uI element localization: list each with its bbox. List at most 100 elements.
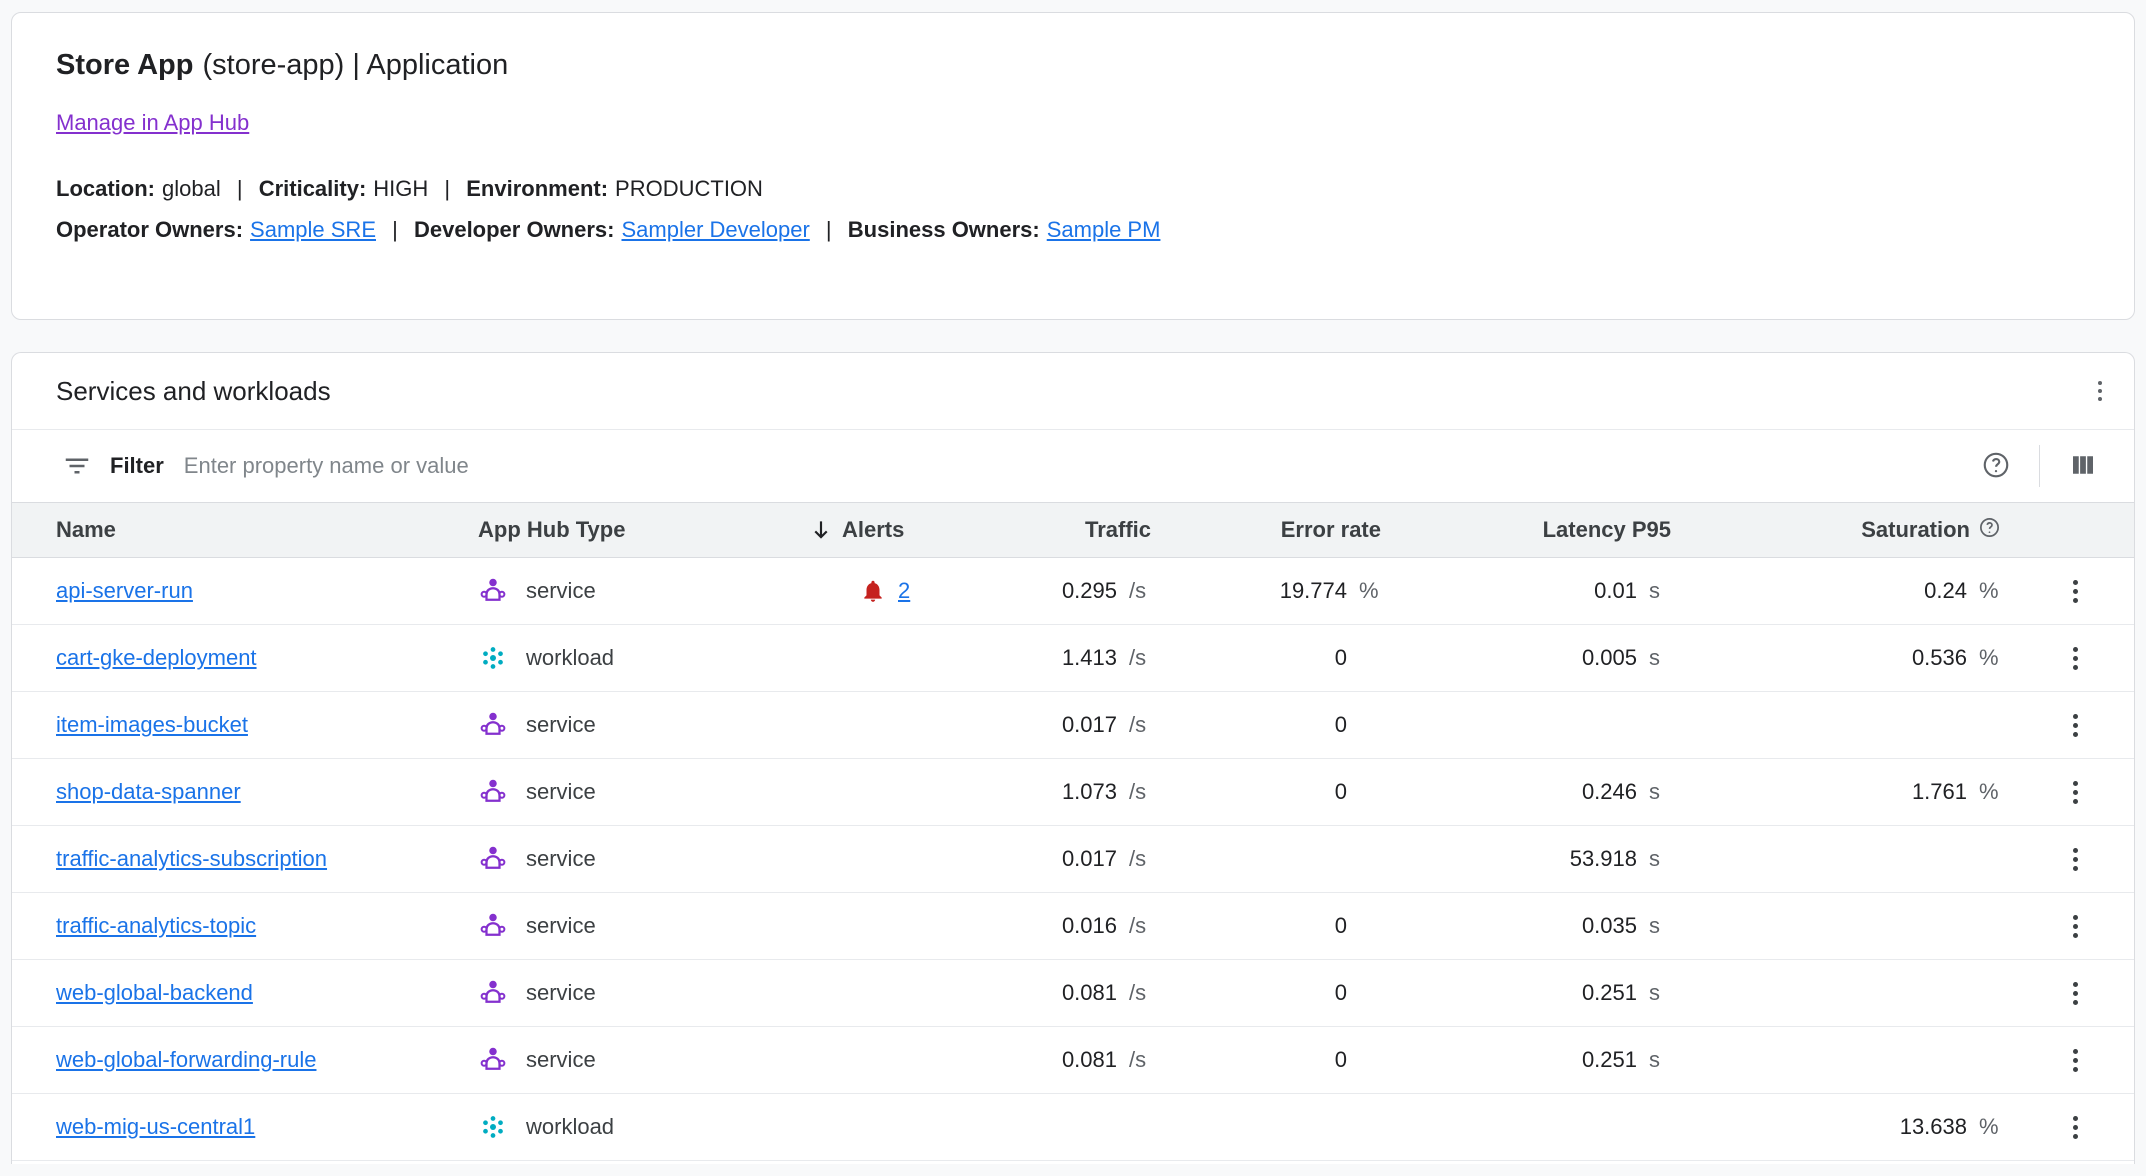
row-menu-button[interactable] [2067, 574, 2084, 609]
filter-icon [62, 451, 92, 481]
alert-bell-icon [860, 578, 886, 604]
row-name-link[interactable]: cart-gke-deployment [56, 645, 257, 670]
column-header-saturation[interactable]: Saturation [1687, 516, 2017, 545]
row-name-link[interactable]: web-mig-us-central1 [56, 1114, 255, 1139]
saturation-unit: % [1967, 578, 2017, 604]
column-header-latency[interactable]: Latency P95 [1397, 517, 1687, 543]
row-name-link[interactable]: item-images-bucket [56, 712, 248, 737]
business-owners-label: Business Owners: [848, 217, 1040, 242]
traffic-unit: /s [1117, 645, 1167, 671]
latency-value: 53.918 [1397, 846, 1637, 872]
saturation-value: 0.24 [1687, 578, 1967, 604]
filter-label[interactable]: Filter [110, 453, 164, 479]
help-icon [1978, 516, 2001, 545]
row-menu-button[interactable] [2067, 1110, 2084, 1145]
operator-owner-link[interactable]: Sample SRE [250, 217, 376, 242]
row-name-link[interactable]: api-server-run [56, 578, 193, 603]
criticality-label: Criticality: [259, 176, 367, 201]
traffic-unit: /s [1117, 1047, 1167, 1073]
traffic-value: 1.413 [982, 645, 1117, 671]
table-row: item-images-bucket service 0.017 /s 0 [12, 692, 2134, 759]
traffic-value: 1.073 [982, 779, 1117, 805]
error-rate-value: 0 [1167, 913, 1347, 939]
panel-menu-button[interactable] [2092, 375, 2108, 407]
traffic-value: 0.016 [982, 913, 1117, 939]
app-name: Store App [56, 49, 193, 81]
latency-unit: s [1637, 645, 1687, 671]
table-row: traffic-analytics-subscription service 0… [12, 826, 2134, 893]
more-vert-icon [2098, 381, 2102, 401]
developer-owners-label: Developer Owners: [414, 217, 615, 242]
table-row: cart-gke-deployment workload 1.413 /s 0 … [12, 625, 2134, 692]
row-menu-button[interactable] [2067, 909, 2084, 944]
row-name-link[interactable]: web-global-forwarding-rule [56, 1047, 316, 1072]
error-rate-value: 0 [1167, 645, 1347, 671]
column-settings-button[interactable] [2062, 444, 2104, 489]
row-menu-button[interactable] [2067, 976, 2084, 1011]
alert-count-link[interactable]: 2 [898, 578, 910, 604]
environment-label: Environment: [466, 176, 608, 201]
service-icon [478, 710, 508, 740]
row-type-label: workload [526, 1114, 614, 1140]
error-rate-value: 19.774 [1167, 578, 1347, 604]
app-header-card: Store App (store-app) | Application Manag… [11, 12, 2135, 320]
traffic-value: 0.081 [982, 1047, 1117, 1073]
error-rate-value: 0 [1167, 1047, 1347, 1073]
latency-value: 0.01 [1397, 578, 1637, 604]
more-vert-icon [2073, 915, 2078, 938]
latency-unit: s [1637, 980, 1687, 1006]
saturation-unit: % [1967, 645, 2017, 671]
row-name-link[interactable]: shop-data-spanner [56, 779, 241, 804]
row-menu-button[interactable] [2067, 842, 2084, 877]
help-icon [1981, 450, 2011, 483]
row-name-link[interactable]: traffic-analytics-topic [56, 913, 256, 938]
row-menu-button[interactable] [2067, 1043, 2084, 1078]
latency-unit: s [1637, 1047, 1687, 1073]
column-header-error-rate[interactable]: Error rate [1167, 517, 1397, 543]
row-name-link[interactable]: traffic-analytics-subscription [56, 846, 327, 871]
help-button[interactable] [1975, 444, 2017, 489]
column-header-traffic[interactable]: Traffic [982, 517, 1167, 543]
developer-owner-link[interactable]: Sampler Developer [621, 217, 809, 242]
service-icon [478, 777, 508, 807]
row-menu-button[interactable] [2067, 641, 2084, 676]
table-row: api-server-run service 2 0.295 /s 19.774… [12, 558, 2134, 625]
latency-unit: s [1637, 913, 1687, 939]
table-body: api-server-run service 2 0.295 /s 19.774… [12, 558, 2134, 1161]
more-vert-icon [2073, 647, 2078, 670]
saturation-header-label: Saturation [1861, 517, 1970, 543]
row-name-link[interactable]: web-global-backend [56, 980, 253, 1005]
column-header-name[interactable]: Name [12, 517, 452, 543]
separator: | [237, 176, 243, 201]
row-type-label: service [526, 846, 596, 872]
filter-input[interactable] [182, 452, 1957, 480]
traffic-unit: /s [1117, 980, 1167, 1006]
row-menu-button[interactable] [2067, 708, 2084, 743]
traffic-value: 0.017 [982, 846, 1117, 872]
traffic-unit: /s [1117, 913, 1167, 939]
table-header: Name App Hub Type Alerts Traffic Error r… [12, 502, 2134, 558]
more-vert-icon [2073, 781, 2078, 804]
column-header-alerts[interactable]: Alerts [782, 517, 982, 543]
app-title-suffix: (store-app) | Application [202, 49, 508, 81]
latency-value: 0.005 [1397, 645, 1637, 671]
row-type-label: service [526, 712, 596, 738]
saturation-unit: % [1967, 1114, 2017, 1140]
traffic-unit: /s [1117, 578, 1167, 604]
workload-icon [478, 643, 508, 673]
separator: | [392, 217, 398, 242]
latency-unit: s [1637, 578, 1687, 604]
latency-value: 0.246 [1397, 779, 1637, 805]
manage-app-hub-link[interactable]: Manage in App Hub [56, 110, 249, 136]
row-type-label: service [526, 1047, 596, 1073]
service-icon [478, 576, 508, 606]
column-header-type[interactable]: App Hub Type [452, 517, 782, 543]
latency-value: 0.251 [1397, 1047, 1637, 1073]
saturation-value: 1.761 [1687, 779, 1967, 805]
separator: | [826, 217, 832, 242]
business-owner-link[interactable]: Sample PM [1047, 217, 1161, 242]
latency-value: 0.035 [1397, 913, 1637, 939]
row-menu-button[interactable] [2067, 775, 2084, 810]
more-vert-icon [2073, 580, 2078, 603]
app-meta-line-2: Operator Owners:Sample SRE | Developer O… [56, 209, 2090, 250]
